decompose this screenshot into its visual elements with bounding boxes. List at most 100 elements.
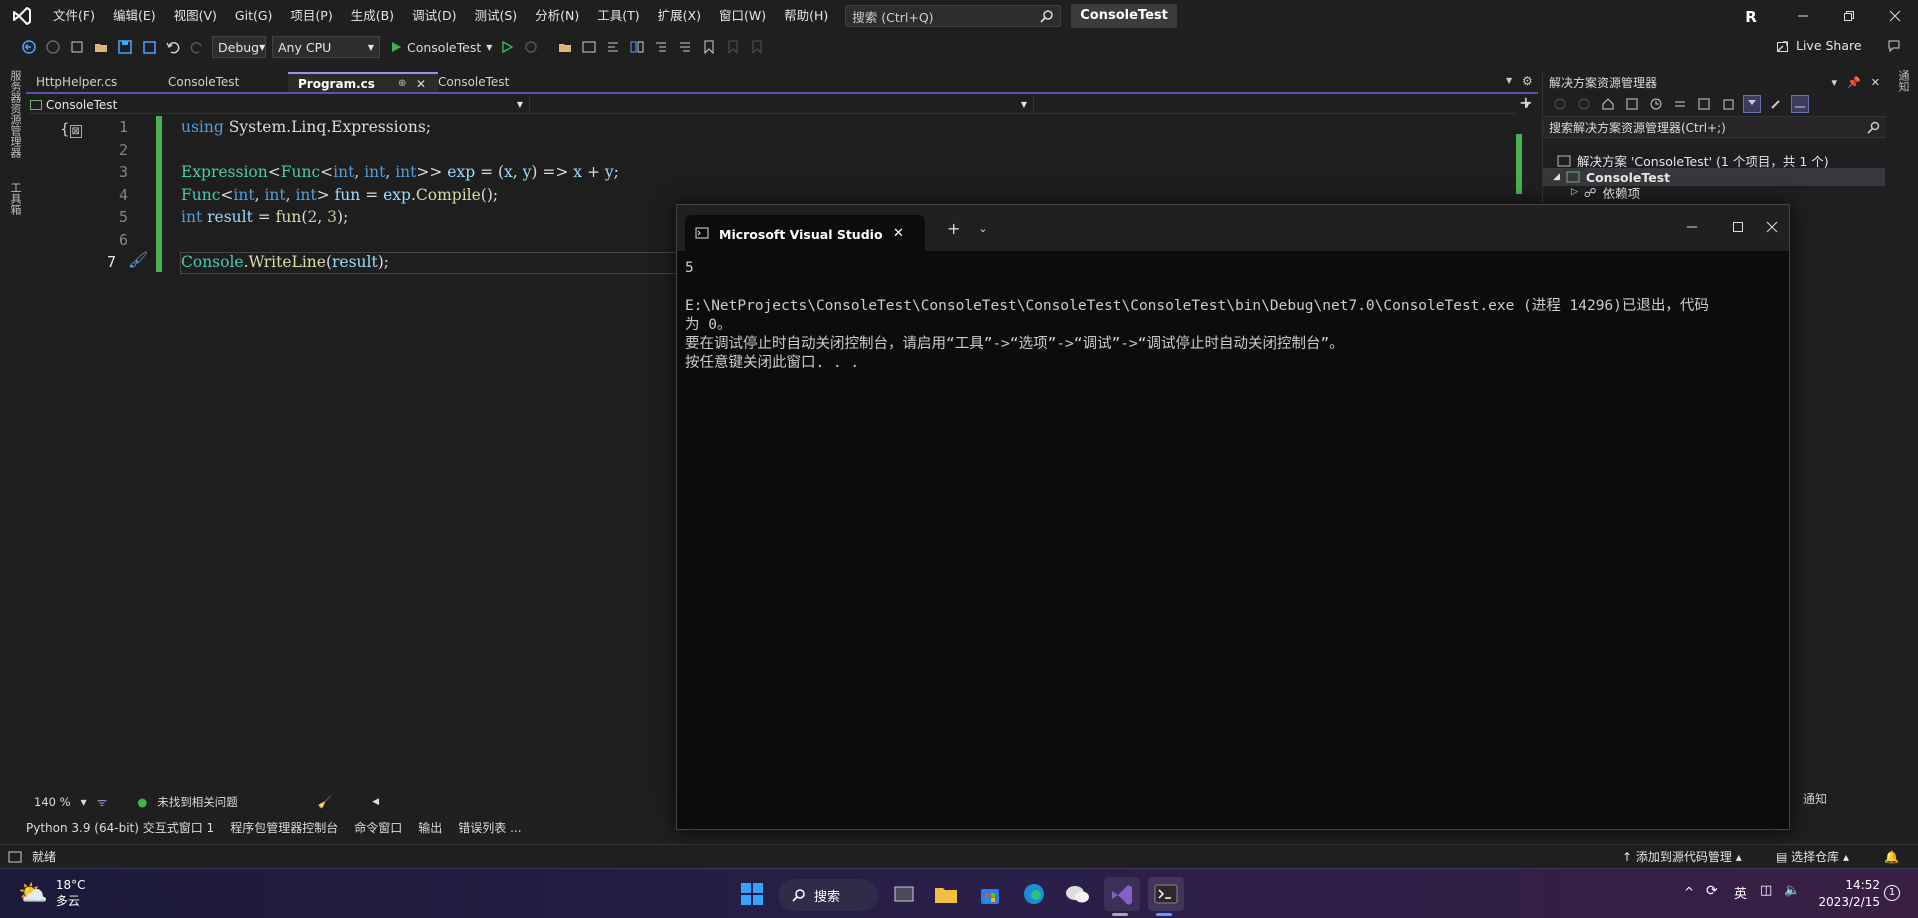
- start-without-debug-icon[interactable]: [498, 38, 516, 56]
- configuration-select[interactable]: Debug ▼: [212, 36, 266, 58]
- menu-item[interactable]: 生成(B): [342, 0, 403, 32]
- close-tab-icon[interactable]: ✕: [416, 74, 426, 94]
- forward-nav-icon[interactable]: [44, 38, 62, 56]
- toolbox-tab[interactable]: 工具箱: [7, 182, 23, 215]
- tab-menu-chevron-icon[interactable]: ⌄: [978, 222, 987, 235]
- feedback-icon[interactable]: [1886, 38, 1902, 54]
- menu-item[interactable]: 文件(F): [44, 0, 104, 32]
- restore-button[interactable]: [1826, 0, 1872, 32]
- pin-icon[interactable]: 📌: [1847, 76, 1861, 89]
- hot-reload-icon[interactable]: [522, 38, 540, 56]
- project-dropdown[interactable]: ConsoleTest ▼: [30, 96, 530, 114]
- new-tab-icon[interactable]: +: [947, 219, 960, 238]
- search-box[interactable]: 搜索 (Ctrl+Q): [845, 5, 1062, 27]
- prev-bookmark-icon[interactable]: [724, 38, 742, 56]
- console-close-button[interactable]: [1757, 215, 1787, 239]
- close-tab-icon[interactable]: ✕: [893, 226, 904, 241]
- menu-item[interactable]: 工具(T): [588, 0, 648, 32]
- file-explorer-icon[interactable]: [928, 877, 964, 911]
- issues-status[interactable]: 未找到相关问题: [157, 794, 238, 810]
- start-button[interactable]: [734, 877, 770, 911]
- notifications-rail-tab[interactable]: 通知: [1895, 70, 1911, 92]
- tab-httphelper[interactable]: HttpHelper.cs: [26, 72, 134, 92]
- start-debug-button[interactable]: ConsoleTest ▼: [390, 40, 492, 55]
- close-window-button[interactable]: [1872, 0, 1918, 32]
- pin-icon[interactable]: ⊕: [398, 74, 406, 94]
- edge-browser-icon[interactable]: [1016, 877, 1052, 911]
- store-icon[interactable]: [972, 877, 1008, 911]
- menu-item[interactable]: 视图(V): [165, 0, 226, 32]
- console-minimize-button[interactable]: [1677, 215, 1707, 239]
- type-dropdown[interactable]: ▼: [534, 96, 1034, 114]
- tab-python-interactive[interactable]: Python 3.9 (64-bit) 交互式窗口 1: [26, 819, 214, 836]
- close-panel-icon[interactable]: ✕: [1871, 76, 1880, 89]
- show-all-files-icon[interactable]: [1719, 95, 1737, 113]
- notification-count-badge[interactable]: 1: [1884, 885, 1900, 901]
- notifications-tab[interactable]: 通知: [1803, 790, 1827, 807]
- menu-item[interactable]: 窗口(W): [710, 0, 775, 32]
- save-all-icon[interactable]: [140, 38, 158, 56]
- system-clock[interactable]: 14:52 2023/2/15: [1818, 877, 1880, 911]
- console-maximize-button[interactable]: [1723, 215, 1753, 239]
- history-icon[interactable]: [1647, 95, 1665, 113]
- tab-consoletest[interactable]: ConsoleTest: [158, 72, 258, 92]
- back-icon[interactable]: [1551, 95, 1569, 113]
- layout-icon[interactable]: [580, 38, 598, 56]
- comment-icon[interactable]: [652, 38, 670, 56]
- tab-error-list[interactable]: 错误列表 ...: [458, 819, 521, 836]
- user-avatar[interactable]: R: [1740, 6, 1762, 28]
- collapse-all-icon[interactable]: [1695, 95, 1713, 113]
- minimize-button[interactable]: [1780, 0, 1826, 32]
- uncomment-icon[interactable]: [676, 38, 694, 56]
- visual-studio-taskbar-icon[interactable]: [1104, 877, 1140, 911]
- next-bookmark-icon[interactable]: [748, 38, 766, 56]
- task-view-icon[interactable]: [886, 877, 922, 911]
- tab-output[interactable]: 输出: [418, 819, 442, 836]
- scroll-left-icon[interactable]: ◀: [372, 797, 379, 807]
- tab-overflow-icon[interactable]: ▼: [1506, 76, 1512, 85]
- compare-icon[interactable]: [628, 38, 646, 56]
- menu-item[interactable]: 扩展(X): [649, 0, 710, 32]
- sync-icon[interactable]: [1671, 95, 1689, 113]
- home-icon[interactable]: [1599, 95, 1617, 113]
- switch-views-icon[interactable]: [1623, 95, 1641, 113]
- menu-item[interactable]: 调试(D): [403, 0, 465, 32]
- undo-icon[interactable]: [164, 38, 182, 56]
- output-window-icon[interactable]: [8, 851, 22, 863]
- tab-program-cs[interactable]: Program.cs ⊕ ✕: [288, 72, 438, 92]
- taskbar-search[interactable]: 搜索: [778, 879, 878, 911]
- filter-icon[interactable]: [1743, 95, 1761, 113]
- visual-studio-logo-icon[interactable]: [0, 0, 44, 32]
- back-nav-icon[interactable]: [20, 38, 38, 56]
- menu-item[interactable]: 编辑(E): [104, 0, 165, 32]
- menu-item[interactable]: 项目(P): [281, 0, 341, 32]
- forward-icon[interactable]: [1575, 95, 1593, 113]
- network-icon[interactable]: ◫: [1760, 883, 1772, 898]
- tree-item-dependencies[interactable]: ▷ ☍ 依赖项: [1571, 185, 1640, 199]
- tree-item-project[interactable]: ◢ ConsoleTest: [1543, 168, 1885, 186]
- save-icon[interactable]: [116, 38, 134, 56]
- tab-consoletest-2[interactable]: ConsoleTest: [428, 72, 528, 92]
- properties-icon[interactable]: [1767, 95, 1785, 113]
- new-project-icon[interactable]: [68, 38, 86, 56]
- wechat-icon[interactable]: [1060, 877, 1096, 911]
- format-icon[interactable]: [604, 38, 622, 56]
- menu-item[interactable]: Git(G): [226, 0, 282, 32]
- quick-actions-icon[interactable]: 🖌: [128, 250, 148, 269]
- tray-sync-icon[interactable]: ⟳: [1706, 883, 1718, 899]
- tray-overflow-chevron-icon[interactable]: ^: [1684, 885, 1694, 899]
- copilot-icon[interactable]: ᯤ: [97, 795, 108, 810]
- member-dropdown[interactable]: ▼: [1038, 96, 1538, 114]
- menu-item[interactable]: 帮助(H): [775, 0, 837, 32]
- live-share-button[interactable]: Live Share: [1776, 38, 1862, 53]
- solution-search-box[interactable]: 搜索解决方案资源管理器(Ctrl+;): [1543, 116, 1886, 138]
- tab-command-window[interactable]: 命令窗口: [354, 819, 402, 836]
- console-tab[interactable]: Microsoft Visual Studio 调试控 ✕: [685, 215, 925, 251]
- source-control-button[interactable]: ↑ 添加到源代码管理 ▴: [1622, 848, 1742, 865]
- weather-widget[interactable]: ⛅ 18°C 多云: [18, 877, 86, 909]
- menu-item[interactable]: 分析(N): [526, 0, 588, 32]
- console-output[interactable]: 5 E:\NetProjects\ConsoleTest\ConsoleTest\…: [677, 251, 1789, 381]
- dropdown-icon[interactable]: ▾: [1832, 76, 1838, 89]
- zoom-level[interactable]: 140 %: [34, 795, 71, 809]
- debug-console-window[interactable]: Microsoft Visual Studio 调试控 ✕ + ⌄ 5 E:\Ne…: [676, 204, 1790, 830]
